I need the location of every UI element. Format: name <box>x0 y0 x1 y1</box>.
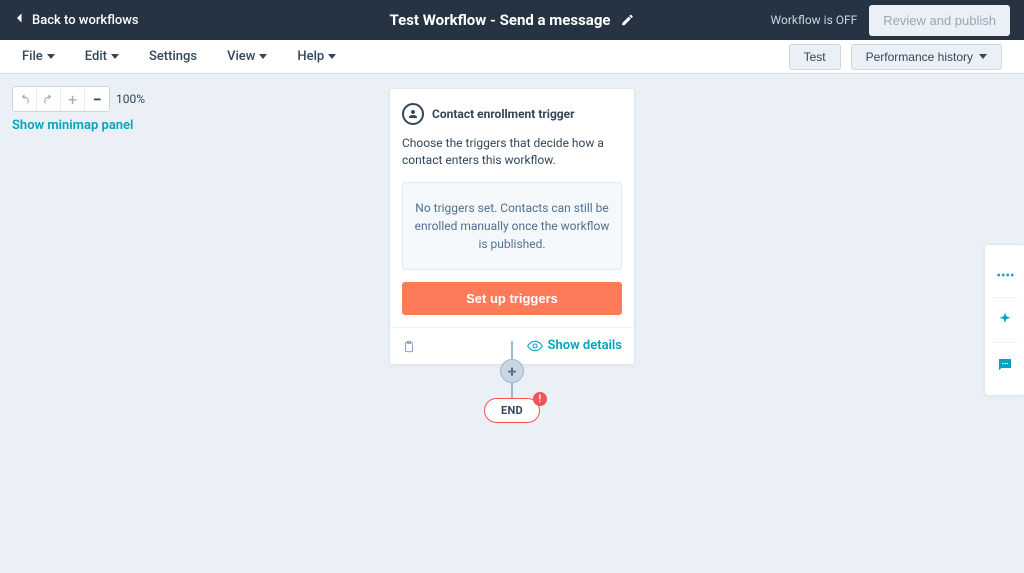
card-header: Contact enrollment trigger <box>402 103 622 125</box>
zoom-in-button[interactable]: + <box>61 87 85 111</box>
top-bar: Back to workflows Test Workflow - Send a… <box>0 0 1024 40</box>
chevron-left-icon <box>14 12 26 28</box>
top-right-group: Workflow is OFF Review and publish <box>771 5 1010 36</box>
rail-sparkle-button[interactable] <box>985 298 1024 342</box>
connector-line <box>511 383 513 399</box>
connector-line <box>511 341 513 359</box>
edit-title-button[interactable] <box>621 13 635 27</box>
chevron-down-icon <box>111 54 119 59</box>
menu-left: File Edit Settings View Help <box>22 49 336 64</box>
card-description: Choose the triggers that decide how a co… <box>402 135 622 170</box>
add-step-button[interactable]: + <box>500 359 524 383</box>
back-label: Back to workflows <box>32 13 139 28</box>
chevron-down-icon <box>259 54 267 59</box>
workflow-status: Workflow is OFF <box>771 13 858 27</box>
empty-state-message: No triggers set. Contacts can still be e… <box>402 182 622 270</box>
enrollment-trigger-card: Contact enrollment trigger Choose the tr… <box>389 88 635 365</box>
menu-view[interactable]: View <box>227 49 267 64</box>
zoom-buttons: + − <box>12 86 110 112</box>
zoom-level: 100% <box>116 92 145 106</box>
review-publish-button[interactable]: Review and publish <box>869 5 1010 36</box>
workflow-canvas: + − 100% Show minimap panel Contact enro… <box>0 74 1024 573</box>
chevron-down-icon <box>328 54 336 59</box>
chat-icon <box>996 356 1014 374</box>
sparkle-icon <box>996 311 1014 329</box>
page-title-group: Test Workflow - Send a message <box>389 11 634 29</box>
right-rail <box>984 244 1024 396</box>
redo-button[interactable] <box>37 87 61 111</box>
menu-right: Test Performance history <box>789 44 1002 70</box>
card-title: Contact enrollment trigger <box>432 107 575 121</box>
test-button[interactable]: Test <box>789 44 841 70</box>
back-to-workflows-link[interactable]: Back to workflows <box>14 12 139 28</box>
menu-help[interactable]: Help <box>297 49 336 64</box>
rail-chat-button[interactable] <box>985 343 1024 387</box>
rail-grid-button[interactable] <box>985 253 1024 297</box>
menu-bar: File Edit Settings View Help Test Perfor… <box>0 40 1024 74</box>
zoom-toolbar: + − 100% <box>12 86 145 112</box>
clipboard-icon[interactable] <box>402 339 416 353</box>
eye-icon <box>527 338 543 354</box>
setup-triggers-button[interactable]: Set up triggers <box>402 282 622 315</box>
undo-button[interactable] <box>13 87 37 111</box>
chevron-down-icon <box>47 54 55 59</box>
person-icon <box>402 103 424 125</box>
alert-badge: ! <box>533 392 547 406</box>
grid-dots-icon <box>996 266 1014 284</box>
end-node[interactable]: END ! <box>484 398 540 423</box>
workflow-title: Test Workflow - Send a message <box>389 11 610 29</box>
menu-file[interactable]: File <box>22 49 55 64</box>
chevron-down-icon <box>979 54 987 59</box>
menu-settings[interactable]: Settings <box>149 49 197 64</box>
zoom-out-button[interactable]: − <box>85 87 109 111</box>
menu-edit[interactable]: Edit <box>85 49 119 64</box>
show-details-link[interactable]: Show details <box>527 338 622 354</box>
show-minimap-link[interactable]: Show minimap panel <box>12 118 133 133</box>
performance-history-button[interactable]: Performance history <box>851 44 1002 70</box>
